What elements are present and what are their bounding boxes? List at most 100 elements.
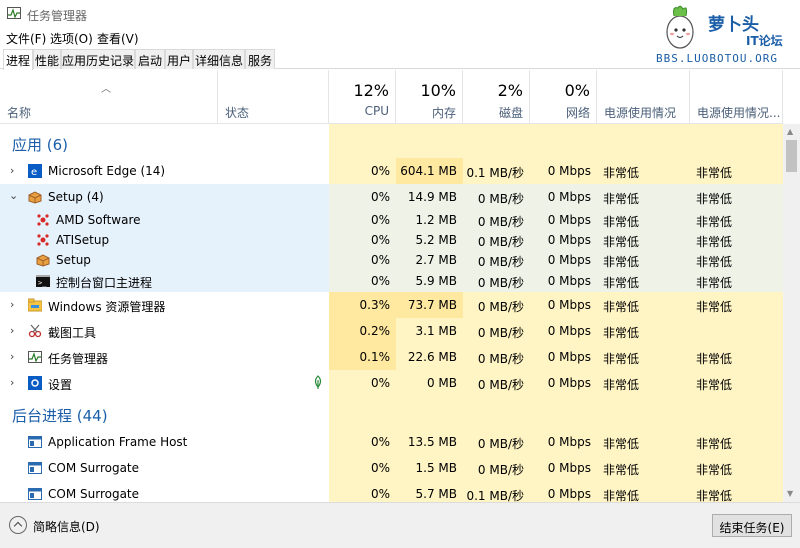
power-value: 非常低 (603, 255, 640, 269)
menu-view[interactable]: 查看(V) (97, 30, 139, 47)
memory-value: 0 MB (426, 376, 457, 390)
explorer-icon (28, 298, 42, 312)
table-row[interactable]: › 截图工具 0.2% 3.1 MB 0 MB/秒 0 Mbps 非常低 (0, 318, 783, 344)
power-value: 非常低 (603, 215, 640, 229)
menu-file[interactable]: 文件(F) (6, 30, 46, 47)
table-row[interactable]: Application Frame Host 0% 13.5 MB 0 MB/秒… (0, 429, 783, 455)
column-power-trend-label: 电源使用情况... (697, 106, 781, 120)
console-icon: >_ (36, 275, 50, 287)
network-value: 0 Mbps (547, 435, 591, 449)
setup-icon (36, 254, 50, 267)
column-status[interactable]: 状态 (218, 70, 329, 124)
chevron-right-icon[interactable]: › (10, 164, 14, 177)
network-value: 0 Mbps (547, 324, 591, 338)
collapse-details-icon[interactable] (9, 516, 27, 534)
column-cpu[interactable]: 12% CPU (329, 70, 396, 124)
table-row[interactable]: COM Surrogate 0% 1.5 MB 0 MB/秒 0 Mbps 非常… (0, 455, 783, 481)
disk-value: 0 MB/秒 (477, 326, 524, 340)
disk-value: 0 MB/秒 (477, 300, 524, 314)
tab-processes[interactable]: 进程 (3, 49, 33, 70)
process-name: ATISetup (56, 233, 110, 247)
cpu-value: 0% (370, 461, 390, 475)
memory-value: 13.5 MB (407, 435, 457, 449)
power-trend-value: 非常低 (696, 235, 733, 249)
disk-total: 2% (497, 81, 523, 100)
column-power-trend[interactable]: 电源使用情况... (690, 70, 783, 124)
group-header-apps[interactable]: 应用 (6) (0, 124, 783, 158)
column-memory[interactable]: 10% 内存 (396, 70, 463, 124)
disk-value: 0 MB/秒 (477, 352, 524, 366)
column-power[interactable]: 电源使用情况 (597, 70, 690, 124)
power-value: 非常低 (603, 276, 640, 290)
tab-users[interactable]: 用户 (165, 49, 193, 69)
table-row[interactable]: › Windows 资源管理器 0.3% 73.7 MB 0 MB/秒 0 Mb… (0, 292, 783, 318)
fewer-details-link[interactable]: 简略信息(D) (33, 518, 100, 535)
svg-text:e: e (31, 167, 37, 178)
end-task-button[interactable]: 结束任务(E) (712, 514, 792, 537)
network-value: 0 Mbps (547, 461, 591, 475)
memory-value: 604.1 MB (396, 158, 463, 184)
process-name: Windows 资源管理器 (48, 300, 166, 314)
power-value: 非常低 (603, 378, 640, 392)
memory-value: 5.9 MB (415, 274, 457, 288)
power-trend-value: 非常低 (696, 437, 733, 451)
scroll-down-icon[interactable]: ▼ (787, 489, 793, 498)
chevron-down-icon[interactable]: ⌄ (9, 189, 18, 202)
cpu-value: 0% (370, 253, 390, 267)
table-row[interactable]: ⌄ Setup (4) 0% 14.9 MB 0 MB/秒 0 Mbps 非常低… (0, 184, 783, 210)
edge-icon: e (28, 164, 42, 178)
process-name: COM Surrogate (48, 461, 140, 475)
column-disk-label: 磁盘 (498, 106, 523, 120)
disk-value: 0 MB/秒 (477, 192, 524, 206)
group-label-background: 后台进程 (44) (12, 407, 108, 425)
amd-icon (37, 234, 49, 246)
power-value: 非常低 (603, 235, 640, 249)
tab-strip: 进程 性能 应用历史记录 启动 用户 详细信息 服务 (0, 48, 800, 70)
network-value: 0 Mbps (547, 213, 591, 227)
table-row[interactable]: › 任务管理器 0.1% 22.6 MB 0 MB/秒 0 Mbps 非常低 非… (0, 344, 783, 370)
table-row[interactable]: Setup 0% 2.7 MB 0 MB/秒 0 Mbps 非常低 非常低 (0, 250, 783, 271)
tab-startup[interactable]: 启动 (135, 49, 165, 69)
memory-total: 10% (420, 81, 456, 100)
network-value: 0 Mbps (547, 253, 591, 267)
settings-icon (28, 376, 42, 390)
table-row[interactable]: COM Surrogate 0% 5.7 MB 0.1 MB/秒 0 Mbps … (0, 481, 783, 502)
tab-services[interactable]: 服务 (245, 49, 275, 69)
scrollbar-thumb[interactable] (786, 140, 797, 172)
vertical-scrollbar[interactable]: ▲ ▼ (783, 124, 800, 502)
power-trend-value (690, 318, 783, 344)
network-value: 0 Mbps (547, 487, 591, 501)
table-row[interactable]: › e Microsoft Edge (14) 0% 604.1 MB 0.1 … (0, 158, 783, 184)
tab-details[interactable]: 详细信息 (193, 49, 245, 69)
cpu-value: 0.1% (329, 344, 396, 370)
table-row[interactable]: › 设置 0% 0 MB 0 MB/秒 0 Mbps 非常低 非常低 (0, 370, 783, 396)
window-icon (28, 436, 42, 448)
disk-value: 0.1 MB/秒 (466, 166, 524, 180)
chevron-right-icon[interactable]: › (10, 324, 14, 337)
cpu-value: 0% (370, 190, 390, 204)
chevron-right-icon[interactable]: › (10, 350, 14, 363)
chevron-right-icon[interactable]: › (10, 376, 14, 389)
process-name: Application Frame Host (48, 435, 188, 449)
tab-app-history[interactable]: 应用历史记录 (61, 49, 135, 69)
table-row[interactable]: >_ 控制台窗口主进程 0% 5.9 MB 0 MB/秒 0 Mbps 非常低 … (0, 271, 783, 292)
logo-subtitle: IT论坛 (746, 34, 783, 48)
menu-options[interactable]: 选项(O) (50, 30, 93, 47)
table-row[interactable]: AMD Software 0% 1.2 MB 0 MB/秒 0 Mbps 非常低… (0, 210, 783, 230)
power-trend-value: 非常低 (696, 215, 733, 229)
disk-value: 0 MB/秒 (477, 235, 524, 249)
power-trend-value: 非常低 (696, 489, 733, 502)
column-name[interactable]: ︿ 名称 (0, 70, 218, 124)
chevron-right-icon[interactable]: › (10, 298, 14, 311)
table-row[interactable]: ATISetup 0% 5.2 MB 0 MB/秒 0 Mbps 非常低 非常低 (0, 230, 783, 250)
group-header-background[interactable]: 后台进程 (44) (0, 396, 783, 429)
network-value: 0 Mbps (547, 190, 591, 204)
suspended-leaf-icon (314, 375, 322, 389)
network-value: 0 Mbps (547, 376, 591, 390)
scroll-up-icon[interactable]: ▲ (787, 127, 793, 136)
column-network[interactable]: 0% 网络 (530, 70, 597, 124)
column-disk[interactable]: 2% 磁盘 (463, 70, 530, 124)
column-memory-label: 内存 (431, 106, 456, 120)
tab-performance[interactable]: 性能 (33, 49, 61, 69)
power-value: 非常低 (603, 489, 640, 502)
